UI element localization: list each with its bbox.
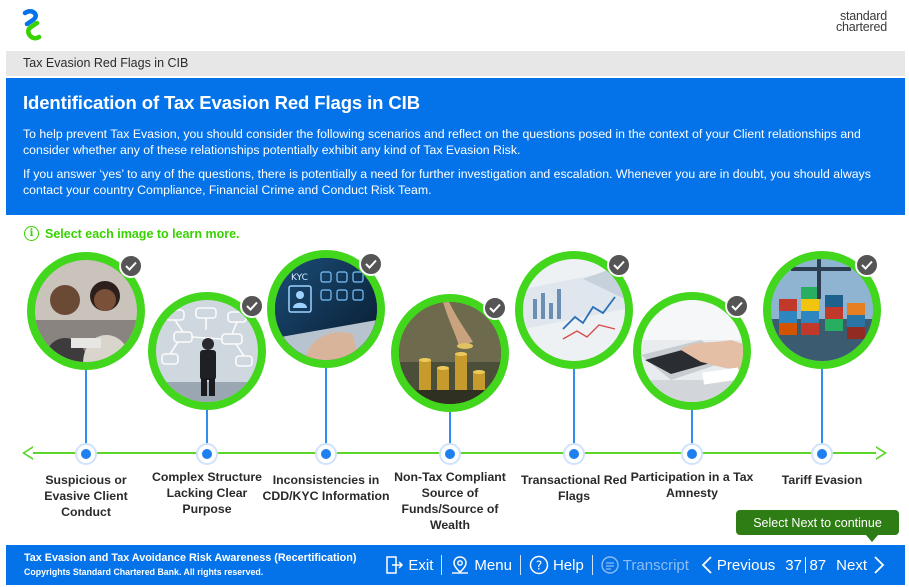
divider bbox=[591, 555, 593, 575]
divider bbox=[441, 555, 443, 575]
red-flag-item-source-of-funds[interactable]: Non-Tax Compliant Source of Funds/Source… bbox=[385, 0, 515, 545]
timeline-marker bbox=[681, 443, 703, 465]
red-flag-label: Transactional Red Flags bbox=[521, 473, 627, 503]
menu-button[interactable]: Menu bbox=[450, 555, 512, 575]
navigation-bar: Exit Menu ? Help Transcript Previous 37 … bbox=[378, 545, 895, 585]
timeline-marker bbox=[75, 443, 97, 465]
completed-check-icon bbox=[855, 253, 879, 277]
chevron-right-icon bbox=[874, 556, 885, 574]
course-title: Tax Evasion and Tax Avoidance Risk Aware… bbox=[24, 552, 357, 564]
transcript-button[interactable]: Transcript bbox=[601, 556, 689, 574]
red-flag-item-complex-structure[interactable]: Complex Structure Lacking Clear Purpose bbox=[142, 0, 272, 545]
footer-bar: Tax Evasion and Tax Avoidance Risk Aware… bbox=[6, 545, 905, 585]
red-flag-item-tax-amnesty[interactable]: Participation in a Tax Amnesty bbox=[627, 0, 757, 545]
page-indicator: 37 87 bbox=[785, 557, 826, 574]
red-flag-image-button[interactable] bbox=[515, 251, 633, 369]
exit-label: Exit bbox=[408, 556, 434, 574]
help-icon: ? bbox=[529, 555, 549, 575]
red-flag-image-button[interactable] bbox=[633, 292, 751, 410]
completed-check-icon bbox=[725, 294, 749, 318]
transcript-icon bbox=[601, 556, 619, 574]
help-button[interactable]: ? Help bbox=[529, 555, 584, 575]
transcript-label: Transcript bbox=[622, 556, 689, 574]
kyc-photo-text: KYC bbox=[291, 273, 308, 283]
coin-stacks-photo-icon bbox=[399, 302, 501, 404]
help-label: Help bbox=[552, 556, 584, 574]
timeline-marker bbox=[811, 443, 833, 465]
page-total: 87 bbox=[809, 556, 827, 574]
red-flag-image-button[interactable] bbox=[391, 294, 509, 412]
previous-button[interactable]: Previous bbox=[701, 555, 775, 575]
next-button[interactable]: Next bbox=[836, 555, 889, 575]
shipping-containers-photo-icon bbox=[771, 259, 873, 361]
exit-icon bbox=[386, 556, 404, 574]
timeline-marker bbox=[563, 443, 585, 465]
divider bbox=[519, 555, 521, 575]
menu-label: Menu bbox=[474, 556, 512, 574]
previous-label: Previous bbox=[716, 556, 776, 574]
red-flag-label: Complex Structure Lacking Clear Purpose bbox=[151, 470, 262, 516]
red-flag-item-transactional[interactable]: Transactional Red Flags bbox=[509, 0, 639, 545]
hand-laptop-photo-icon bbox=[641, 300, 743, 402]
timeline-marker bbox=[439, 443, 461, 465]
red-flag-image-button[interactable] bbox=[763, 251, 881, 369]
red-flag-image-button[interactable]: KYC bbox=[267, 250, 385, 368]
kyc-laptop-photo-icon: KYC bbox=[275, 258, 377, 360]
page-divider bbox=[804, 557, 807, 573]
red-flag-image-button[interactable] bbox=[27, 252, 145, 370]
page-current: 37 bbox=[785, 556, 802, 574]
timeline-marker bbox=[315, 443, 337, 465]
red-flag-item-kyc-inconsistencies[interactable]: KYC Inconsistencies in CDD/KYC Informati… bbox=[261, 0, 391, 545]
red-flag-item-tariff-evasion[interactable]: Tariff Evasion bbox=[757, 0, 887, 545]
chevron-left-icon bbox=[701, 556, 712, 574]
red-flag-label: Suspicious or Evasive Client Conduct bbox=[44, 473, 128, 519]
red-flag-label: Participation in a Tax Amnesty bbox=[630, 470, 754, 500]
financial-charts-photo-icon bbox=[523, 259, 625, 361]
red-flag-label: Non-Tax Compliant Source of Funds/Source… bbox=[394, 470, 506, 532]
red-flag-image-button[interactable] bbox=[148, 292, 266, 410]
svg-text:?: ? bbox=[536, 559, 542, 573]
next-label: Next bbox=[836, 556, 867, 574]
map-pin-icon bbox=[452, 556, 469, 574]
people-meeting-photo-icon bbox=[35, 260, 137, 362]
timeline-marker bbox=[196, 443, 218, 465]
copyright-text: Copyrights Standard Chartered Bank. All … bbox=[24, 567, 264, 577]
red-flag-label: Inconsistencies in CDD/KYC Information bbox=[262, 473, 390, 503]
exit-button[interactable]: Exit bbox=[384, 555, 433, 575]
next-tooltip: Select Next to continue bbox=[736, 510, 899, 542]
completed-check-icon bbox=[483, 296, 507, 320]
network-diagram-photo-icon bbox=[156, 300, 258, 402]
red-flag-label: Tariff Evasion bbox=[781, 473, 863, 487]
completed-check-icon bbox=[359, 252, 383, 276]
completed-check-icon bbox=[119, 254, 143, 278]
red-flag-item-suspicious-conduct[interactable]: Suspicious or Evasive Client Conduct bbox=[21, 0, 151, 545]
